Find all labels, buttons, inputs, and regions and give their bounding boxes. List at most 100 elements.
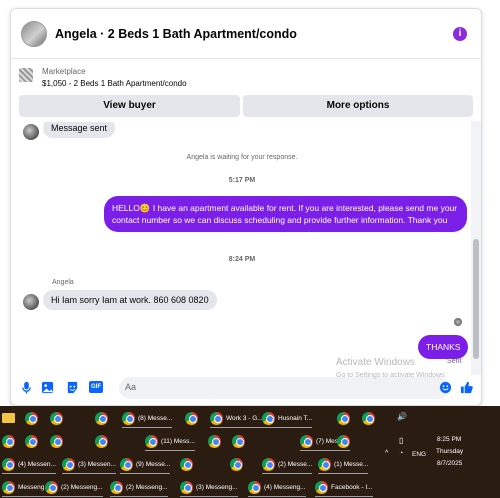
taskbar-window-button[interactable]: (9) Messe... bbox=[120, 454, 171, 474]
taskbar-app-button[interactable] bbox=[50, 408, 63, 428]
taskbar-app-button[interactable] bbox=[185, 408, 198, 428]
message-bubble-incoming[interactable]: Message sent bbox=[43, 122, 116, 138]
message-bubble-outgoing[interactable]: HELLO😊 I have an apartment available for… bbox=[104, 196, 467, 232]
scrollbar-thumb[interactable] bbox=[473, 239, 479, 359]
chrome-icon bbox=[50, 434, 63, 448]
taskbar-window-label: (11) Mess... bbox=[161, 437, 195, 445]
taskbar-app-button[interactable] bbox=[337, 408, 350, 428]
chrome-icon bbox=[362, 411, 375, 425]
taskbar-window-button[interactable]: (2) Messeng... bbox=[45, 477, 103, 497]
taskbar-window-button[interactable]: (3) Messeng... bbox=[180, 477, 238, 497]
emoji-icon[interactable] bbox=[439, 381, 452, 394]
taskbar-window-label: (3) Messeng... bbox=[196, 483, 238, 491]
listing-avatar[interactable] bbox=[21, 20, 47, 47]
chrome-icon bbox=[185, 411, 198, 425]
taskbar-app-button[interactable] bbox=[337, 431, 350, 451]
open-window-indicator bbox=[262, 473, 313, 474]
photo-icon[interactable] bbox=[41, 381, 54, 394]
taskbar-row3: (4) Messen... (3) Messen... (9) Messe... (2… bbox=[0, 454, 385, 476]
taskbar-app-button[interactable] bbox=[230, 454, 243, 474]
open-window-indicator bbox=[120, 473, 171, 474]
language-indicator[interactable]: ENG bbox=[412, 451, 426, 458]
clock-day[interactable]: Thursday bbox=[436, 448, 463, 455]
message-bubble-outgoing[interactable]: THANKS bbox=[418, 335, 469, 359]
speaker-icon[interactable]: 🔊 bbox=[397, 412, 407, 421]
taskbar-window-button[interactable]: Husnain T... bbox=[262, 408, 313, 428]
taskbar-window-button[interactable]: (11) Mess... bbox=[145, 431, 195, 451]
message-bubble-incoming[interactable]: Hi Iam sorry Iam at work. 860 608 0820 bbox=[43, 290, 217, 310]
taskbar-window-label: (1) Messe... bbox=[334, 460, 369, 468]
chrome-icon bbox=[110, 480, 123, 494]
chrome-icon bbox=[337, 434, 350, 448]
taskbar-window-label: (2) Messeng... bbox=[126, 483, 168, 491]
taskbar-app-button[interactable] bbox=[208, 431, 221, 451]
chrome-icon bbox=[315, 480, 328, 494]
more-options-button[interactable]: More options bbox=[243, 95, 473, 117]
gif-icon[interactable]: GIF bbox=[89, 381, 103, 393]
open-window-indicator bbox=[248, 496, 306, 497]
taskbar-window-button[interactable]: (4) Messen... bbox=[2, 454, 56, 474]
chrome-icon bbox=[318, 457, 331, 471]
chevron-up-icon[interactable]: ^ bbox=[385, 450, 388, 457]
chrome-icon bbox=[95, 434, 108, 448]
taskbar-row2: (11) Mess... (7) Messe... bbox=[0, 431, 385, 453]
thumbs-up-icon[interactable] bbox=[460, 381, 473, 394]
taskbar-window-button[interactable]: Messeng... bbox=[2, 477, 50, 497]
chrome-icon bbox=[230, 457, 243, 471]
taskbar-window-button[interactable]: Work 3 - G... bbox=[210, 408, 263, 428]
taskbar-app-button[interactable] bbox=[232, 431, 245, 451]
chrome-icon bbox=[25, 434, 38, 448]
taskbar-app-button[interactable] bbox=[180, 454, 193, 474]
chrome-icon bbox=[262, 457, 275, 471]
taskbar-window-button[interactable]: (3) Messen... bbox=[62, 454, 116, 474]
chat-title[interactable]: Angela · 2 Beds 1 Bath Apartment/condo bbox=[55, 27, 297, 41]
taskbar-window-label: (2) Messeng... bbox=[61, 483, 103, 491]
taskbar-app-button[interactable] bbox=[50, 431, 63, 451]
chrome-icon bbox=[145, 434, 158, 448]
message-list[interactable]: Message sent Angela is waiting for your … bbox=[11, 122, 473, 372]
info-icon[interactable]: i bbox=[453, 27, 467, 41]
chrome-icon bbox=[122, 411, 135, 425]
chrome-icon bbox=[25, 411, 38, 425]
chrome-icon bbox=[248, 480, 261, 494]
taskbar-window-label: Facebook - I... bbox=[331, 483, 373, 491]
activate-windows-watermark: Activate Windows bbox=[336, 357, 415, 368]
taskbar-window-label: (2) Messe... bbox=[278, 460, 313, 468]
chat-header: Angela · 2 Beds 1 Bath Apartment/condo i bbox=[11, 9, 481, 59]
taskbar-window-button[interactable]: (4) Messeng... bbox=[248, 477, 306, 497]
chrome-icon bbox=[2, 480, 15, 494]
taskbar-app-button[interactable] bbox=[95, 431, 108, 451]
taskbar-window-button[interactable]: Facebook - I... bbox=[315, 477, 373, 497]
taskbar-app-button[interactable] bbox=[25, 431, 38, 451]
open-window-indicator bbox=[122, 427, 173, 428]
open-window-indicator bbox=[180, 496, 238, 497]
microphone-icon[interactable] bbox=[20, 381, 33, 394]
open-window-indicator bbox=[262, 427, 313, 428]
taskbar-app-button[interactable] bbox=[2, 408, 15, 428]
listing-thumbnail[interactable] bbox=[19, 68, 33, 82]
taskbar-app-button[interactable] bbox=[25, 408, 38, 428]
taskbar-window-button[interactable]: (8) Messe... bbox=[122, 408, 173, 428]
battery-icon[interactable]: ▯ bbox=[399, 436, 403, 445]
taskbar-window-button[interactable]: (1) Messe... bbox=[318, 454, 369, 474]
taskbar-app-button[interactable] bbox=[362, 408, 375, 428]
clock-time[interactable]: 8:25 PM bbox=[437, 436, 461, 443]
taskbar-app-button[interactable] bbox=[2, 431, 15, 451]
sticker-icon[interactable] bbox=[66, 381, 79, 394]
view-buyer-button[interactable]: View buyer bbox=[19, 95, 240, 117]
chrome-icon bbox=[232, 434, 245, 448]
listing-summary[interactable]: $1,050 - 2 Beds 1 Bath Apartment/condo bbox=[42, 79, 187, 88]
clock-date[interactable]: 8/7/2025 bbox=[437, 460, 462, 467]
message-input[interactable]: Aa bbox=[119, 377, 449, 399]
open-window-indicator bbox=[315, 496, 373, 497]
taskbar-window-button[interactable]: (2) Messe... bbox=[262, 454, 313, 474]
marketplace-panel: Marketplace $1,050 - 2 Beds 1 Bath Apart… bbox=[11, 61, 481, 121]
sent-status: Sent bbox=[447, 358, 462, 365]
waiting-notice: Angela is waiting for your response. bbox=[186, 154, 298, 161]
taskbar-window-button[interactable]: (2) Messeng... bbox=[110, 477, 168, 497]
taskbar-app-button[interactable] bbox=[95, 408, 108, 428]
avatar[interactable] bbox=[23, 294, 39, 310]
taskbar-window-label: (4) Messeng... bbox=[264, 483, 306, 491]
avatar[interactable] bbox=[23, 124, 39, 140]
wifi-icon[interactable]: ◔ bbox=[399, 450, 403, 457]
